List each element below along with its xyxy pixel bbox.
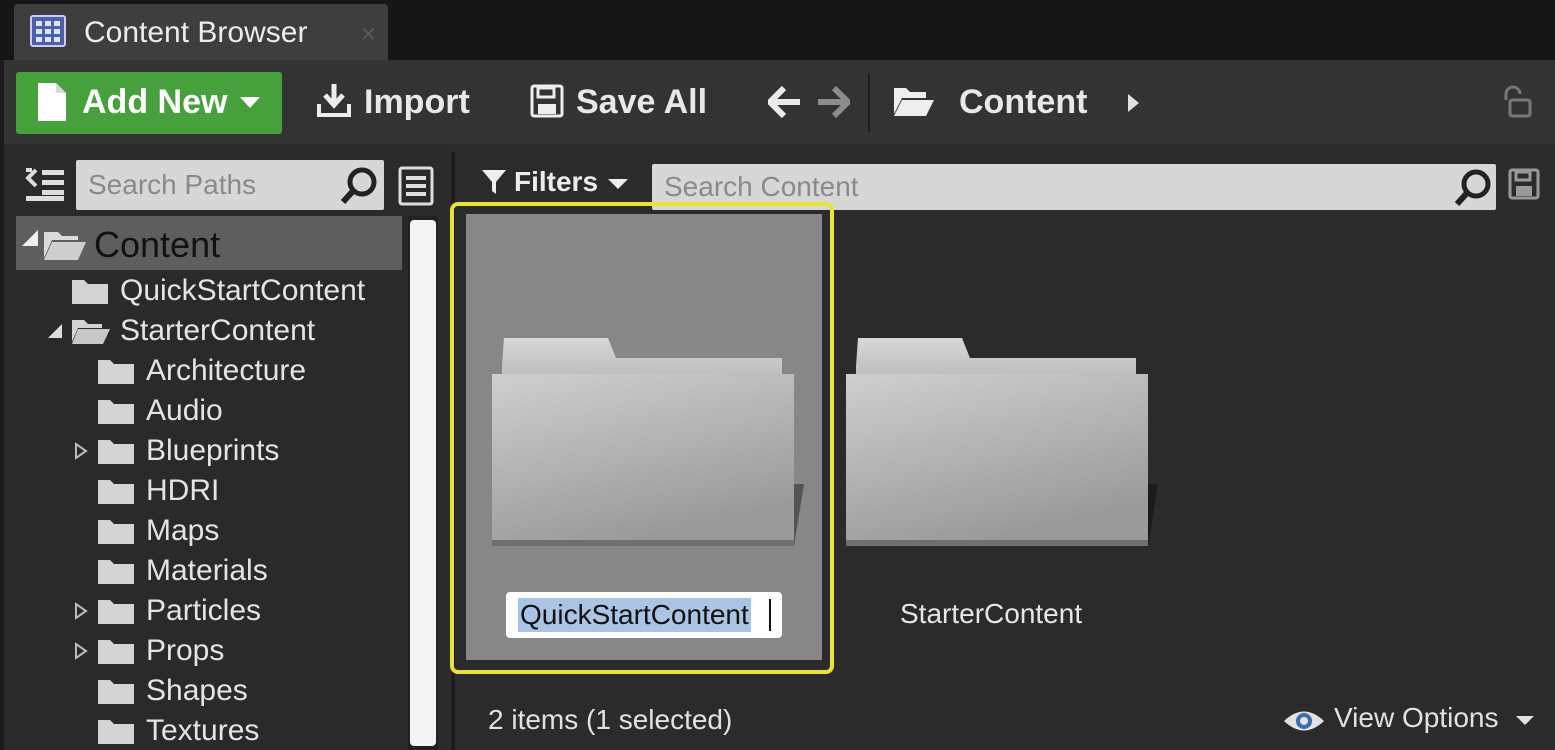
tree-item-audio[interactable]: Audio bbox=[16, 392, 402, 432]
tree-label: HDRI bbox=[146, 474, 220, 507]
search-icon[interactable] bbox=[340, 165, 380, 205]
rename-selected-text: QuickStartContent bbox=[518, 598, 751, 632]
tree-label: StarterContent bbox=[120, 314, 316, 347]
folder-icon bbox=[98, 360, 134, 384]
folder-icon bbox=[98, 560, 134, 584]
chevron-down-icon bbox=[608, 179, 628, 189]
tree-label: Audio bbox=[146, 394, 223, 427]
search-icon[interactable] bbox=[1454, 167, 1494, 207]
import-label: Import bbox=[364, 83, 470, 121]
tab-title: Content Browser bbox=[84, 16, 308, 49]
open-folder-icon bbox=[44, 232, 86, 260]
tree-item-props[interactable]: Props bbox=[16, 632, 402, 672]
chevron-down-icon bbox=[1516, 716, 1534, 725]
tree-item-startercontent[interactable]: StarterContent bbox=[16, 312, 402, 352]
search-content-input[interactable] bbox=[664, 168, 1444, 206]
collapsed-arrow-icon[interactable] bbox=[74, 442, 88, 460]
sources-panel: Content QuickStartContent StarterContent… bbox=[4, 144, 448, 750]
collapsed-arrow-icon[interactable] bbox=[74, 642, 88, 660]
tree-label: Maps bbox=[146, 514, 220, 547]
folder-icon bbox=[98, 520, 134, 544]
tree-label: Content bbox=[94, 224, 221, 265]
tree-item-materials[interactable]: Materials bbox=[16, 552, 402, 592]
save-icon bbox=[530, 84, 564, 118]
text-cursor bbox=[769, 599, 771, 631]
tab-strip: Content Browser ✕ bbox=[0, 0, 1555, 60]
folder-icon bbox=[98, 480, 134, 504]
chevron-down-icon bbox=[240, 97, 260, 108]
open-folder-icon bbox=[72, 320, 110, 344]
list-view-icon[interactable] bbox=[398, 166, 434, 206]
folder-icon bbox=[72, 280, 108, 304]
import-button[interactable]: Import bbox=[312, 72, 484, 134]
save-all-label: Save All bbox=[576, 83, 708, 121]
item-count-status: 2 items (1 selected) bbox=[488, 704, 733, 735]
folder-icon bbox=[98, 720, 134, 744]
toolbar: Add New Import Save All Content bbox=[4, 60, 1555, 144]
unlock-icon[interactable] bbox=[1498, 84, 1534, 120]
close-icon[interactable]: ✕ bbox=[360, 22, 377, 47]
save-all-button[interactable]: Save All bbox=[528, 72, 724, 134]
content-browser-icon bbox=[30, 15, 66, 47]
tree-item-shapes[interactable]: Shapes bbox=[16, 672, 402, 712]
tree-item-textures[interactable]: Textures bbox=[16, 712, 402, 750]
content-browser-panel: Add New Import Save All Content Search P… bbox=[4, 60, 1555, 750]
search-paths-input[interactable] bbox=[88, 166, 338, 204]
tree-label: Architecture bbox=[146, 354, 307, 387]
save-search-icon[interactable] bbox=[1508, 168, 1540, 200]
folder-icon bbox=[98, 440, 134, 464]
open-folder-icon bbox=[894, 88, 934, 116]
tree-label: Textures bbox=[146, 714, 260, 747]
tree-item-hdri[interactable]: HDRI bbox=[16, 472, 402, 512]
breadcrumb-content[interactable]: Content bbox=[959, 83, 1087, 122]
tree-label: Props bbox=[146, 634, 225, 667]
toolbar-divider bbox=[868, 74, 870, 132]
tree-item-content[interactable]: Content bbox=[16, 216, 402, 270]
expanded-arrow-icon[interactable] bbox=[20, 228, 40, 248]
tree-label: Blueprints bbox=[146, 434, 280, 467]
breadcrumb-arrow-icon[interactable] bbox=[1128, 94, 1139, 112]
back-arrow-icon[interactable] bbox=[768, 86, 802, 118]
add-new-button[interactable]: Add New bbox=[16, 72, 282, 134]
asset-name-startercontent[interactable]: StarterContent bbox=[900, 598, 1082, 630]
tree-item-quickstartcontent[interactable]: QuickStartContent bbox=[16, 272, 402, 312]
tree-item-architecture[interactable]: Architecture bbox=[16, 352, 402, 392]
folder-icon bbox=[98, 600, 134, 624]
filters-label: Filters bbox=[514, 166, 599, 197]
tree-scrollbar-thumb[interactable] bbox=[410, 220, 436, 746]
folder-icon bbox=[98, 680, 134, 704]
content-area: Filters Search Content QuickStartContent… bbox=[450, 144, 1555, 750]
tree-label: Shapes bbox=[146, 674, 248, 707]
add-new-label: Add New bbox=[82, 83, 228, 121]
sources-toggle-icon[interactable] bbox=[24, 166, 66, 202]
view-options-label: View Options bbox=[1334, 702, 1499, 733]
tab-content-browser[interactable]: Content Browser ✕ bbox=[14, 4, 388, 60]
folder-thumbnail-icon[interactable] bbox=[844, 334, 1164, 554]
collapsed-arrow-icon[interactable] bbox=[74, 602, 88, 620]
forward-arrow-icon[interactable] bbox=[816, 86, 850, 118]
tree-label: Materials bbox=[146, 554, 268, 587]
new-document-icon bbox=[38, 83, 66, 121]
filter-icon bbox=[482, 170, 506, 194]
tree-label: QuickStartContent bbox=[120, 274, 366, 307]
tree-label: Particles bbox=[146, 594, 262, 627]
tree-item-maps[interactable]: Maps bbox=[16, 512, 402, 552]
rename-textbox[interactable]: QuickStartContent bbox=[506, 592, 782, 638]
folder-icon bbox=[98, 400, 134, 424]
tree-item-blueprints[interactable]: Blueprints bbox=[16, 432, 402, 472]
expanded-arrow-icon[interactable] bbox=[46, 322, 64, 340]
folder-icon bbox=[98, 640, 134, 664]
eye-icon bbox=[1284, 711, 1324, 731]
search-paths-box bbox=[76, 160, 384, 210]
import-icon bbox=[317, 84, 351, 117]
tree-item-particles[interactable]: Particles bbox=[16, 592, 402, 632]
folder-thumbnail-icon bbox=[492, 338, 804, 546]
